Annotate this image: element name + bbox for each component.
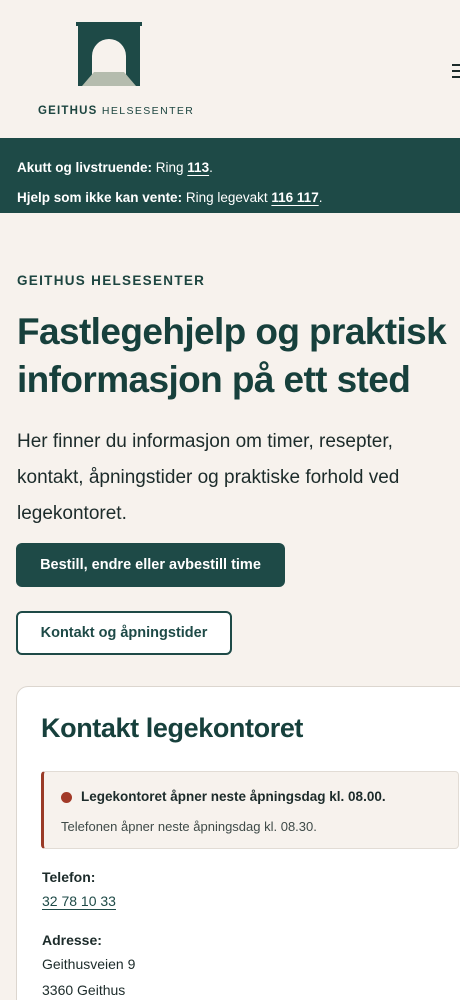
site-header: GEITHUS HELSESENTER: [0, 0, 460, 138]
logo-wordmark: GEITHUS HELSESENTER: [38, 105, 195, 117]
contact-card: Kontakt legekontoret Legekontoret åpner …: [16, 686, 460, 1000]
legevakt-number-link[interactable]: 116 117: [271, 190, 318, 205]
eyebrow: GEITHUS HELSESENTER: [17, 273, 206, 288]
opening-status: Legekontoret åpner neste åpningsdag kl. …: [41, 771, 459, 849]
phone-label: Telefon:: [42, 869, 96, 885]
logo[interactable]: GEITHUS HELSESENTER: [38, 18, 193, 128]
address-line-1: Geithusveien 9: [42, 956, 136, 972]
page-title: Fastlegehjelp og praktisk informasjon på…: [17, 311, 447, 400]
phone-value: 32 78 10 33: [42, 893, 116, 909]
emergency-number-link[interactable]: 113: [187, 160, 209, 175]
status-sub-text: Telefonen åpner neste åpningsdag kl. 08.…: [61, 819, 317, 834]
contact-hours-button[interactable]: Kontakt og åpningstider: [16, 611, 232, 655]
emergency-line: Akutt og livstruende: Ring 113.: [17, 160, 213, 175]
menu-icon[interactable]: [452, 64, 460, 78]
book-appointment-button[interactable]: Bestill, endre eller avbestill time: [16, 543, 285, 587]
status-main-text: Legekontoret åpner neste åpningsdag kl. …: [81, 789, 386, 804]
contact-card-title: Kontakt legekontoret: [41, 713, 304, 743]
address-line-2: 3360 Geithus: [42, 982, 126, 998]
emergency-banner: Akutt og livstruende: Ring 113. Hjelp so…: [0, 138, 460, 213]
address-label: Adresse:: [42, 932, 102, 948]
status-dot-icon: [61, 792, 72, 803]
urgent-line: Hjelp som ikke kan vente: Ring legevakt …: [17, 190, 323, 205]
hero-description: Her finner du informasjon om timer, rese…: [17, 431, 400, 524]
phone-link[interactable]: 32 78 10 33: [42, 893, 116, 909]
logo-mark-icon: [76, 22, 142, 86]
